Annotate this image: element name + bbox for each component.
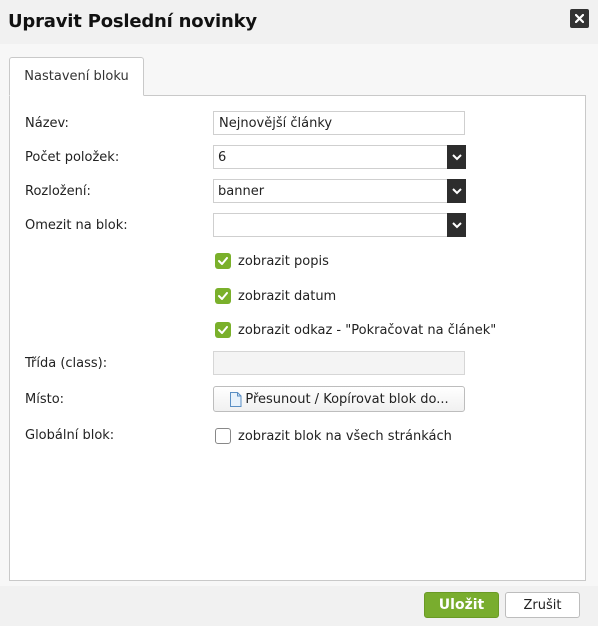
tab-nastaveni-bloku[interactable]: Nastavení bloku (9, 57, 144, 96)
close-button[interactable] (570, 9, 589, 28)
item-count-label: Počet položek: (25, 150, 120, 165)
limit-to-block-select[interactable] (213, 213, 466, 237)
location-label: Místo: (25, 392, 65, 407)
global-block-checkbox-label: zobrazit blok na všech stránkách (238, 428, 452, 444)
dialog-title: Upravit Poslední novinky (8, 11, 257, 32)
show-description-checkbox-row[interactable]: zobrazit popis (215, 253, 329, 269)
class-input[interactable] (213, 351, 465, 375)
checkmark-icon (218, 326, 228, 334)
save-button[interactable]: Uložit (424, 592, 499, 618)
checkmark-icon (218, 257, 228, 265)
chevron-down-icon (447, 213, 466, 237)
layout-value: banner (218, 184, 265, 199)
limit-to-block-label: Omezit na blok: (25, 218, 128, 233)
layout-select[interactable]: banner (213, 179, 466, 203)
move-copy-block-label: Přesunout / Kopírovat blok do... (245, 391, 449, 407)
item-count-select[interactable]: 6 (213, 145, 466, 169)
show-date-checkbox-row[interactable]: zobrazit datum (215, 288, 336, 304)
item-count-value: 6 (218, 150, 227, 165)
show-description-checkbox[interactable] (215, 253, 231, 269)
close-icon (575, 14, 584, 23)
chevron-down-icon (447, 145, 466, 169)
show-link-label: zobrazit odkaz - "Pokračovat na článek" (238, 322, 497, 338)
show-date-checkbox[interactable] (215, 288, 231, 304)
show-date-label: zobrazit datum (238, 288, 337, 304)
cancel-button[interactable]: Zrušit (505, 592, 580, 618)
name-input[interactable] (213, 111, 465, 135)
global-block-label: Globální blok: (25, 428, 115, 443)
move-copy-block-button[interactable]: Přesunout / Kopírovat blok do... (213, 386, 465, 412)
dialog-header: Upravit Poslední novinky (0, 0, 598, 44)
layout-label: Rozložení: (25, 184, 91, 199)
document-icon (229, 391, 242, 407)
name-label: Název: (25, 116, 69, 131)
global-block-checkbox-row[interactable]: zobrazit blok na všech stránkách (215, 428, 452, 444)
show-link-checkbox-row[interactable]: zobrazit odkaz - "Pokračovat na článek" (215, 322, 496, 338)
global-block-checkbox[interactable] (215, 428, 231, 444)
show-link-checkbox[interactable] (215, 322, 231, 338)
show-description-label: zobrazit popis (238, 253, 329, 269)
checkmark-icon (218, 292, 228, 300)
chevron-down-icon (447, 179, 466, 203)
class-label: Třída (class): (25, 356, 108, 371)
